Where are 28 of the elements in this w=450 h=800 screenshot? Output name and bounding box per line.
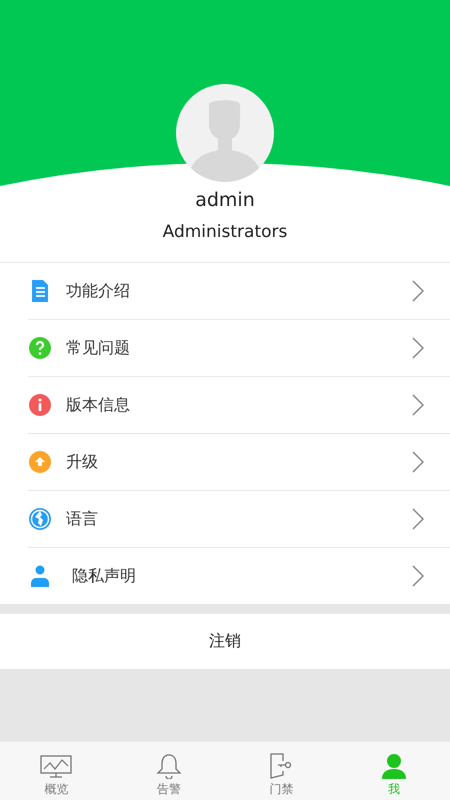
bell-icon — [154, 753, 183, 779]
menu-item[interactable]: 语言 — [28, 491, 450, 548]
logout-button[interactable]: 注销 — [0, 614, 450, 669]
chevron-right-icon — [412, 337, 424, 359]
chevron-right-icon — [412, 451, 424, 473]
menu-item[interactable]: 功能介绍 — [28, 263, 450, 320]
user-icon — [380, 753, 407, 779]
user-name: admin — [195, 188, 255, 212]
tab[interactable]: 告警 — [112, 742, 225, 800]
upload-icon — [28, 450, 52, 474]
tab[interactable]: 概览 — [0, 742, 112, 800]
person-icon — [28, 564, 52, 588]
chevron-right-icon — [412, 565, 424, 587]
door-key-icon — [269, 753, 294, 779]
globe-icon — [28, 507, 52, 531]
menu-item[interactable]: 隐私声明 — [28, 548, 450, 604]
chevron-right-icon — [412, 508, 424, 530]
user-role: Administrators — [162, 221, 288, 244]
chevron-right-icon — [412, 280, 424, 302]
monitor-icon — [40, 755, 72, 779]
chevron-right-icon — [412, 394, 424, 416]
menu-item[interactable]: 常见问题 — [28, 320, 450, 377]
avatar-icon — [176, 84, 274, 182]
question-icon — [28, 336, 52, 360]
tab[interactable]: 门禁 — [225, 742, 338, 800]
menu-item[interactable]: 升级 — [28, 434, 450, 491]
menu-item[interactable]: 版本信息 — [28, 377, 450, 434]
info-icon — [28, 393, 52, 417]
